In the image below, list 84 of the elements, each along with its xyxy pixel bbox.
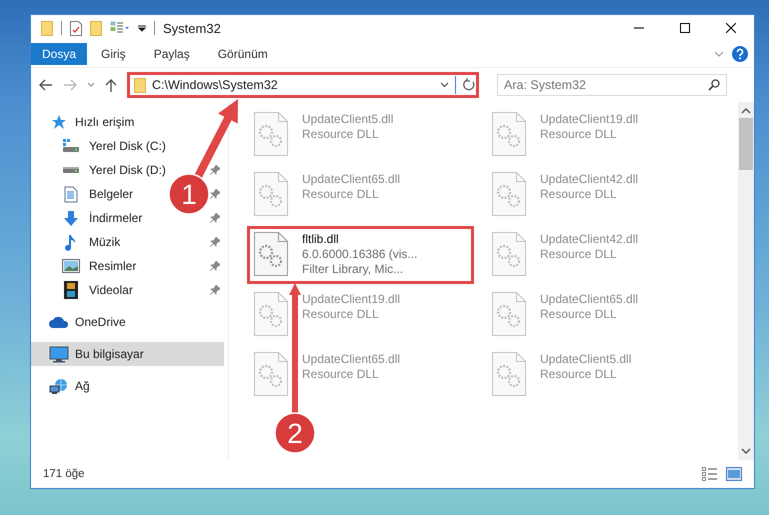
details-view-icon[interactable]: [702, 467, 718, 481]
cloud-icon: [49, 316, 69, 328]
file-name: UpdateClient5.dll: [540, 352, 632, 366]
document-icon: [64, 186, 78, 202]
file-detail: 6.0.6000.16386 (vis...: [302, 247, 418, 261]
scroll-down-icon[interactable]: [741, 446, 751, 456]
sidebar-item[interactable]: OneDrive: [31, 310, 130, 334]
file-detail: Resource DLL: [540, 127, 618, 141]
close-icon[interactable]: [726, 23, 736, 33]
vertical-scrollbar[interactable]: [738, 102, 754, 460]
sidebar-item[interactable]: İndirmeler: [31, 206, 146, 230]
star-icon: [51, 114, 67, 130]
file-detail: Resource DLL: [540, 307, 618, 321]
computer-icon: [49, 346, 69, 362]
file-name: UpdateClient42.dll: [540, 172, 638, 186]
dll-file-icon: [492, 292, 526, 336]
dll-file-icon: [254, 292, 288, 336]
file-item[interactable]: fltlib.dll 6.0.6000.16386 (vis... Filter Library, Mic...: [247, 226, 474, 284]
sidebar-item[interactable]: Yerel Disk (C:): [31, 134, 170, 158]
folder-icon: [134, 78, 146, 92]
recent-locations-caret-icon[interactable]: [87, 82, 95, 88]
file-detail: Resource DLL: [302, 127, 380, 141]
sidebar-item[interactable]: Belgeler: [31, 182, 138, 206]
search-icon: [708, 79, 720, 91]
dll-file-icon: [492, 352, 526, 396]
sidebar-item[interactable]: Hızlı erişim: [31, 110, 138, 134]
view-dropdown-icon[interactable]: [110, 21, 130, 35]
item-count: 171 öğe: [43, 468, 85, 480]
file-detail: Resource DLL: [540, 187, 618, 201]
sidebar-item[interactable]: Bu bilgisayar: [31, 342, 224, 366]
up-arrow-icon[interactable]: [105, 78, 117, 92]
sidebar-item[interactable]: Yerel Disk (D:): [31, 158, 170, 182]
tiles-view-icon[interactable]: [726, 467, 742, 481]
sidebar-item[interactable]: Ağ: [31, 374, 94, 398]
sidebar-item[interactable]: Resimler: [31, 254, 140, 278]
sidebar-item[interactable]: Videolar: [31, 278, 137, 302]
dll-file-icon: [254, 232, 288, 276]
music-note-icon: [65, 234, 77, 250]
scroll-up-icon[interactable]: [741, 106, 751, 116]
back-arrow-icon[interactable]: [39, 79, 53, 91]
maximize-icon[interactable]: [680, 23, 690, 33]
file-detail: Resource DLL: [540, 247, 618, 261]
dll-file-icon: [254, 352, 288, 396]
search-field[interactable]: Ara: System32: [497, 74, 727, 96]
picture-icon: [62, 259, 80, 273]
drive-icon: [62, 166, 80, 174]
file-detail: Resource DLL: [540, 367, 618, 381]
file-name: UpdateClient65.dll: [302, 352, 400, 366]
callout-number: 2: [274, 412, 316, 454]
dll-file-icon: [492, 112, 526, 156]
file-name: UpdateClient65.dll: [540, 292, 638, 306]
file-name: UpdateClient65.dll: [302, 172, 400, 186]
file-name: UpdateClient5.dll: [302, 112, 394, 126]
dll-file-icon: [492, 232, 526, 276]
ribbon-tab[interactable]: Giriş: [87, 43, 140, 65]
network-icon: [49, 378, 69, 394]
download-arrow-icon: [63, 210, 79, 226]
file-name: UpdateClient19.dll: [302, 292, 400, 306]
ribbon-tab[interactable]: Görünüm: [204, 43, 282, 65]
scrollbar-thumb[interactable]: [739, 118, 753, 170]
refresh-icon[interactable]: [462, 78, 476, 92]
properties-icon[interactable]: [70, 20, 82, 36]
file-name: UpdateClient42.dll: [540, 232, 638, 246]
window-title: System32: [163, 20, 221, 36]
dll-file-icon: [254, 172, 288, 216]
ribbon-tab[interactable]: Paylaş: [140, 43, 204, 65]
file-detail: Resource DLL: [302, 187, 380, 201]
expand-ribbon-icon[interactable]: [714, 51, 724, 57]
sidebar-item[interactable]: Müzik: [31, 230, 124, 254]
file-name: UpdateClient19.dll: [540, 112, 638, 126]
drive-icon: [62, 139, 80, 153]
ribbon-tab[interactable]: Dosya: [31, 43, 88, 65]
help-icon[interactable]: [732, 46, 748, 62]
address-bar[interactable]: C:\Windows\System32: [127, 72, 479, 98]
file-detail: Resource DLL: [302, 307, 380, 321]
file-detail: Resource DLL: [302, 367, 380, 381]
file-name: fltlib.dll: [302, 232, 340, 246]
dll-file-icon: [254, 112, 288, 156]
callout-number: 1: [168, 173, 210, 215]
film-strip-icon: [64, 281, 78, 299]
file-detail: Filter Library, Mic...: [302, 262, 404, 276]
dropdown-caret-icon[interactable]: [440, 82, 449, 88]
customize-caret-icon[interactable]: [138, 24, 146, 32]
dll-file-icon: [492, 172, 526, 216]
